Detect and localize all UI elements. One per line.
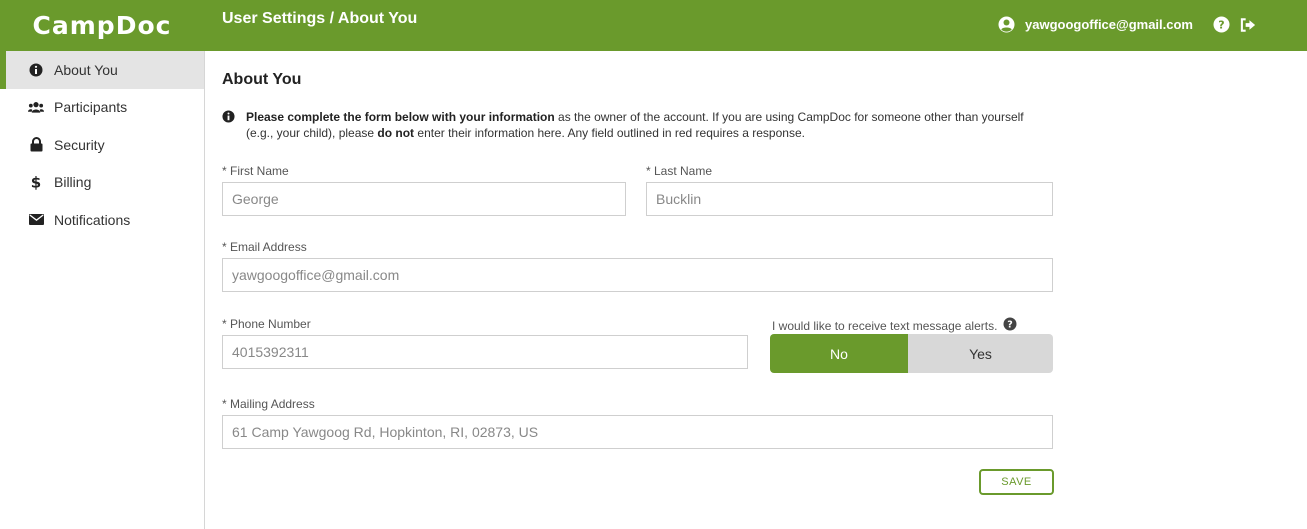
last-name-label: * Last Name [646,164,713,178]
sidebar-item-label: Billing [54,174,92,191]
sidebar-item-participants[interactable]: Participants [0,89,204,127]
top-bar: CampDoc User Settings / About You yawgoo… [0,0,1307,51]
logout-icon[interactable] [1240,16,1257,33]
users-icon [28,99,44,115]
save-button[interactable]: SAVE [979,469,1054,495]
dollar-icon: $ [28,174,44,190]
email-label: * Email Address [222,240,307,254]
sidebar-item-notifications[interactable]: Notifications [0,201,204,239]
email-input[interactable] [222,258,1053,292]
help-icon[interactable]: ? [1003,317,1017,334]
campdoc-logo[interactable]: CampDoc [0,0,204,51]
user-menu: yawgoogoffice@gmail.com ? [998,16,1257,33]
text-alerts-no-button[interactable]: No [770,334,908,373]
envelope-icon [28,212,44,228]
text-alerts-label: I would like to receive text message ale… [772,317,1017,334]
sidebar-item-about-you[interactable]: About You [0,51,204,89]
phone-input[interactable] [222,335,748,369]
lock-icon [28,137,44,153]
sidebar-item-billing[interactable]: $ Billing [0,164,204,202]
sidebar-item-label: About You [54,61,118,78]
mailing-address-label: * Mailing Address [222,397,315,411]
info-circle-icon [222,110,235,123]
text-alerts-toggle: No Yes [770,334,1053,373]
settings-sidebar: About You Participants Security $ Billin… [0,51,205,529]
text-alerts-yes-button[interactable]: Yes [908,334,1053,373]
notice-text: Please complete the form below with your… [246,110,1024,140]
phone-label: * Phone Number [222,317,311,331]
first-name-input[interactable] [222,182,626,216]
sidebar-item-label: Notifications [54,211,131,228]
mailing-address-input[interactable] [222,415,1053,449]
info-notice: Please complete the form below with your… [222,109,1042,141]
sidebar-item-security[interactable]: Security [0,126,204,164]
user-email-link[interactable]: yawgoogoffice@gmail.com [1025,17,1193,32]
sidebar-item-label: Participants [54,99,128,116]
page-title: About You [222,71,302,88]
first-name-label: * First Name [222,164,289,178]
breadcrumb: User Settings / About You [222,10,418,27]
svg-text:$: $ [31,174,41,190]
info-circle-icon [28,62,44,78]
svg-text:?: ? [1218,19,1224,32]
sidebar-item-label: Security [54,136,105,153]
last-name-input[interactable] [646,182,1053,216]
user-circle-icon[interactable] [998,16,1015,33]
svg-text:?: ? [1008,320,1014,331]
help-icon[interactable]: ? [1213,16,1230,33]
